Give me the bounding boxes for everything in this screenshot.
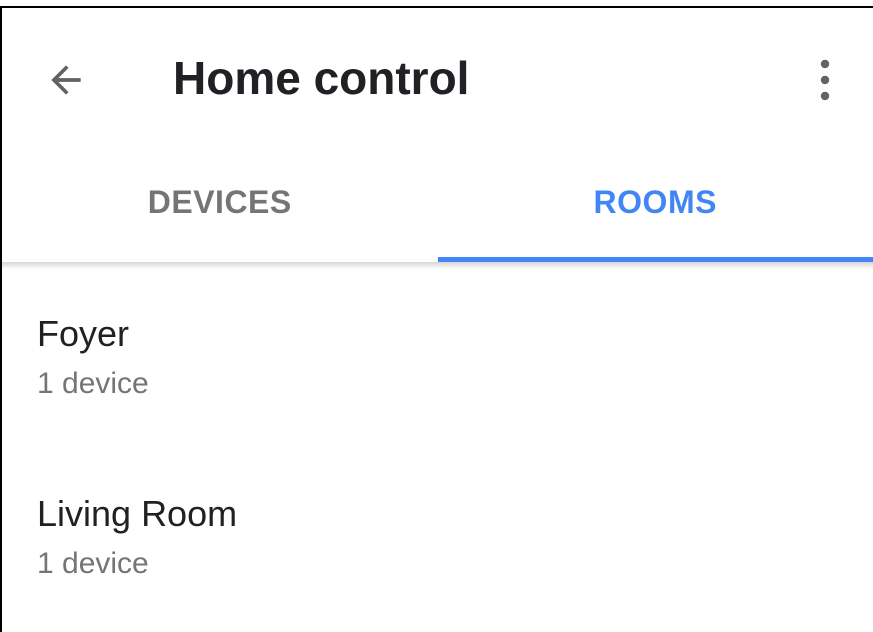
tab-bar: DEVICES ROOMS	[2, 130, 873, 262]
tab-devices-label: DEVICES	[147, 183, 292, 220]
list-item[interactable]: Foyer 1 device	[2, 262, 873, 442]
back-button[interactable]	[34, 48, 98, 112]
more-options-button[interactable]	[797, 52, 853, 108]
tab-rooms[interactable]: ROOMS	[437, 130, 873, 262]
page-title: Home control	[173, 52, 470, 104]
room-name: Foyer	[37, 313, 130, 354]
room-device-count: 1 device	[37, 547, 149, 580]
app-screen: Home control DEVICES ROOMS Foyer 1 devic…	[0, 6, 873, 632]
room-device-count: 1 device	[37, 367, 149, 400]
room-list: Foyer 1 device Living Room 1 device	[2, 262, 873, 622]
more-vert-icon	[820, 59, 830, 101]
arrow-back-icon	[51, 65, 81, 95]
tab-devices[interactable]: DEVICES	[2, 130, 438, 262]
app-bar: Home control	[2, 8, 873, 130]
tab-rooms-label: ROOMS	[593, 183, 717, 220]
list-item[interactable]: Living Room 1 device	[2, 442, 873, 622]
room-name: Living Room	[37, 493, 238, 534]
